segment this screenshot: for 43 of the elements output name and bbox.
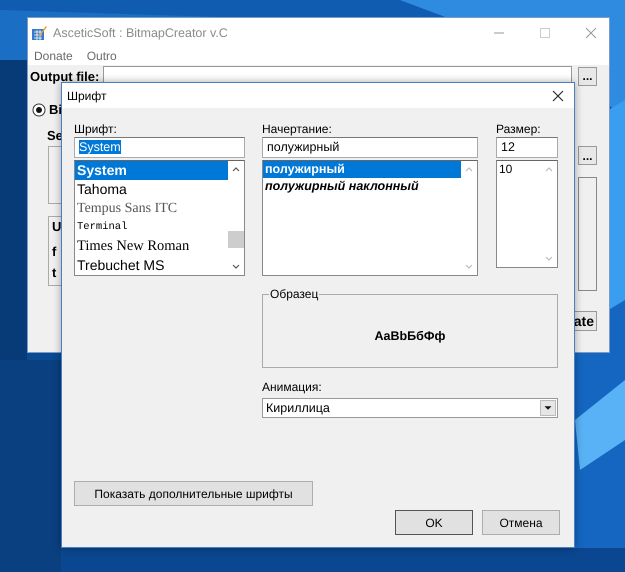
- window-title: AsceticSoft : BitmapCreator v.C: [53, 26, 229, 40]
- font-name-field[interactable]: System: [74, 137, 245, 158]
- app-icon: [31, 24, 47, 40]
- scroll-up-icon: [464, 165, 474, 173]
- field-value: 12: [501, 140, 515, 154]
- field-label: Анимация:: [262, 380, 323, 395]
- script-dropdown[interactable]: Кириллица: [262, 398, 558, 418]
- font-style-field[interactable]: полужирный: [262, 137, 478, 158]
- font-list-item[interactable]: System: [75, 161, 228, 180]
- scroll-down-icon: [464, 263, 474, 271]
- cancel-button[interactable]: Отмена: [482, 510, 560, 535]
- field-label: Размер:: [496, 122, 542, 137]
- menu-item[interactable]: Outro: [86, 49, 117, 63]
- field-value: полужирный: [267, 140, 340, 154]
- scroll-up-icon[interactable]: [231, 165, 241, 173]
- font-style-item[interactable]: полужирный: [263, 161, 461, 178]
- font-size-field[interactable]: 12: [496, 137, 558, 158]
- scroll-thumb[interactable]: [228, 231, 244, 248]
- more-fonts-button[interactable]: Показать дополнительные шрифты: [74, 481, 313, 506]
- scroll-down-icon: [544, 255, 554, 263]
- browse-button[interactable]: ...: [578, 146, 597, 165]
- field-label: Начертание:: [262, 122, 333, 137]
- font-list-item[interactable]: Tahoma: [75, 180, 228, 199]
- close-icon[interactable]: [552, 90, 564, 102]
- font-size-item[interactable]: 10: [497, 161, 541, 178]
- browse-button[interactable]: ...: [578, 66, 597, 86]
- field-label: Шрифт:: [74, 122, 118, 137]
- scroll-up-icon: [544, 165, 554, 173]
- menu-item[interactable]: Donate: [34, 49, 73, 63]
- font-list-item[interactable]: Times New Roman: [75, 237, 228, 256]
- sample-text: AaBbБбФф: [374, 329, 446, 343]
- radio-label: Bi: [49, 102, 62, 117]
- radio-button[interactable]: [32, 102, 46, 116]
- field-value: System: [79, 140, 121, 154]
- font-list-item[interactable]: Trebuchet MS: [75, 256, 228, 275]
- font-style-item[interactable]: полужирный наклонный: [263, 178, 461, 195]
- scroll-down-icon[interactable]: [231, 263, 241, 271]
- dialog-title: Шрифт: [67, 88, 106, 102]
- group-title: Образец: [269, 287, 320, 301]
- font-list-item[interactable]: Terminal: [75, 218, 228, 237]
- font-list-item[interactable]: Tempus Sans ITC: [75, 199, 228, 218]
- ok-button[interactable]: OK: [395, 510, 473, 535]
- output-label: Output file:: [30, 68, 100, 84]
